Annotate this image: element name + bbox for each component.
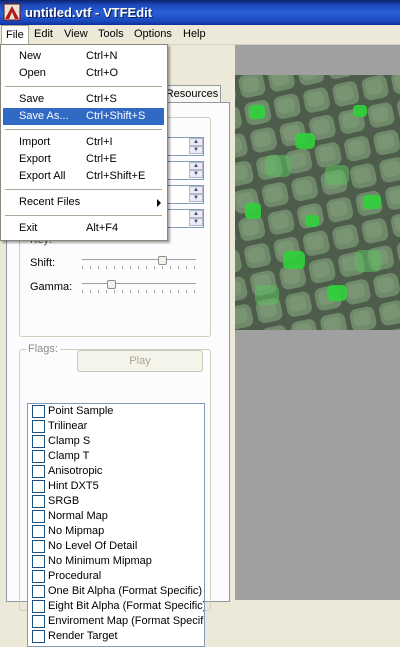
flag-checkbox[interactable] <box>32 510 45 523</box>
spin-down-icon[interactable]: ▼ <box>189 194 203 202</box>
flag-checkbox[interactable] <box>32 405 45 418</box>
menu-bar: File Edit View Tools Options Help <box>0 25 400 45</box>
slice-spinner[interactable]: ▲ ▼ <box>162 185 204 204</box>
spin-down-icon[interactable]: ▼ <box>189 218 203 226</box>
frame-spinner[interactable]: ▲ ▼ <box>162 137 204 156</box>
spin-up-icon[interactable]: ▲ <box>189 162 203 170</box>
menu-item-export-all[interactable]: Export All Ctrl+Shift+E <box>3 168 164 185</box>
menu-file[interactable]: File <box>1 25 29 45</box>
face-spinner[interactable]: ▲ ▼ <box>162 161 204 180</box>
flag-label: Eight Bit Alpha (Format Specific) <box>48 600 205 612</box>
menu-item-open[interactable]: Open Ctrl+O <box>3 65 164 82</box>
flag-label: Anisotropic <box>48 465 103 477</box>
flag-label: Clamp T <box>48 450 90 462</box>
flag-label: No Level Of Detail <box>48 540 138 552</box>
spin-up-icon[interactable]: ▲ <box>189 138 203 146</box>
flag-item[interactable]: Hint DXT5 <box>28 479 204 494</box>
menu-item-export[interactable]: Export Ctrl+E <box>3 151 164 168</box>
menu-separator <box>5 189 162 190</box>
spin-up-icon[interactable]: ▲ <box>189 210 203 218</box>
window-title: untitled.vtf - VTFEdit <box>25 5 153 20</box>
flag-label: Normal Map <box>48 510 108 522</box>
flag-checkbox[interactable] <box>32 630 45 643</box>
flag-checkbox[interactable] <box>32 585 45 598</box>
flag-item[interactable]: Normal Map <box>28 509 204 524</box>
flag-item[interactable]: Point Sample <box>28 404 204 419</box>
menu-item-exit[interactable]: Exit Alt+F4 <box>3 220 164 237</box>
flag-checkbox[interactable] <box>32 465 45 478</box>
flag-checkbox[interactable] <box>32 600 45 613</box>
menu-item-save[interactable]: Save Ctrl+S <box>3 91 164 108</box>
flags-container: Point Sample Trilinear Clamp S Clamp T Aniso… <box>28 404 204 644</box>
submenu-arrow-icon <box>157 199 161 207</box>
spin-down-icon[interactable]: ▼ <box>189 170 203 178</box>
flag-item[interactable]: No Mipmap <box>28 524 204 539</box>
flag-item[interactable]: No Minimum Mipmap <box>28 554 204 569</box>
flag-checkbox[interactable] <box>32 570 45 583</box>
flag-label: Hint DXT5 <box>48 480 99 492</box>
menu-view[interactable]: View <box>60 25 92 44</box>
gamma-slider-thumb[interactable] <box>106 280 116 289</box>
menu-item-new[interactable]: New Ctrl+N <box>3 48 164 65</box>
flag-item[interactable]: Enviroment Map (Format Specific) <box>28 614 204 629</box>
flag-checkbox[interactable] <box>32 540 45 553</box>
flag-label: Procedural <box>48 570 102 582</box>
flag-label: No Mipmap <box>48 525 105 537</box>
spin-down-icon[interactable]: ▼ <box>189 146 203 154</box>
flag-checkbox[interactable] <box>32 480 45 493</box>
flag-item[interactable]: Render Target <box>28 629 204 644</box>
flag-checkbox[interactable] <box>32 435 45 448</box>
flag-item[interactable]: Anisotropic <box>28 464 204 479</box>
menu-separator <box>5 86 162 87</box>
mipmap-spinner[interactable]: ▲ ▼ <box>162 209 204 228</box>
flag-label: No Minimum Mipmap <box>48 555 152 567</box>
shift-label: Shift: <box>30 257 56 269</box>
texture-preview <box>235 75 400 330</box>
flag-item[interactable]: Procedural <box>28 569 204 584</box>
spin-up-icon[interactable]: ▲ <box>189 186 203 194</box>
flag-label: SRGB <box>48 495 80 507</box>
texture-viewer <box>235 45 400 600</box>
flag-label: One Bit Alpha (Format Specific) <box>48 585 203 597</box>
menu-separator <box>5 129 162 130</box>
menu-item-save-as[interactable]: Save As... Ctrl+Shift+S <box>3 108 164 125</box>
flag-label: Render Target <box>48 630 118 642</box>
flag-checkbox[interactable] <box>32 450 45 463</box>
file-menu-dropdown: New Ctrl+N Open Ctrl+O Save Ctrl+S Save As.… <box>0 44 168 241</box>
flag-item[interactable]: SRGB <box>28 494 204 509</box>
menu-separator <box>5 215 162 216</box>
menu-edit[interactable]: Edit <box>30 25 57 44</box>
menu-tools[interactable]: Tools <box>94 25 128 44</box>
menu-item-recent-files[interactable]: Recent Files <box>3 194 164 211</box>
flag-item[interactable]: Eight Bit Alpha (Format Specific) <box>28 599 204 614</box>
flag-checkbox[interactable] <box>32 555 45 568</box>
vtfedit-app-icon <box>3 3 21 21</box>
title-bar: untitled.vtf - VTFEdit <box>0 0 400 25</box>
shift-slider-thumb[interactable] <box>157 256 167 265</box>
flag-label: Clamp S <box>48 435 91 447</box>
flags-list[interactable]: Point Sample Trilinear Clamp S Clamp T Aniso… <box>27 403 205 647</box>
menu-help[interactable]: Help <box>179 25 210 44</box>
flag-item[interactable]: Trilinear <box>28 419 204 434</box>
flag-checkbox[interactable] <box>32 525 45 538</box>
gamma-slider-ticks <box>82 290 196 293</box>
gamma-slider-track[interactable] <box>82 283 196 287</box>
shift-slider-ticks <box>82 266 196 269</box>
flag-checkbox[interactable] <box>32 615 45 628</box>
flag-item[interactable]: Clamp S <box>28 434 204 449</box>
flag-item[interactable]: No Level Of Detail <box>28 539 204 554</box>
flag-label: Enviroment Map (Format Specific) <box>48 615 205 627</box>
menu-options[interactable]: Options <box>130 25 176 44</box>
tab-resources[interactable]: Resources <box>163 85 221 103</box>
gamma-label: Gamma: <box>30 281 73 293</box>
flag-checkbox[interactable] <box>32 420 45 433</box>
flag-label: Point Sample <box>48 405 114 417</box>
flag-item[interactable]: Clamp T <box>28 449 204 464</box>
menu-item-import[interactable]: Import Ctrl+I <box>3 134 164 151</box>
flag-checkbox[interactable] <box>32 495 45 508</box>
shift-slider-track[interactable] <box>82 259 196 263</box>
flags-legend: Flags: <box>26 343 60 355</box>
flag-item[interactable]: One Bit Alpha (Format Specific) <box>28 584 204 599</box>
flag-label: Trilinear <box>48 420 88 432</box>
